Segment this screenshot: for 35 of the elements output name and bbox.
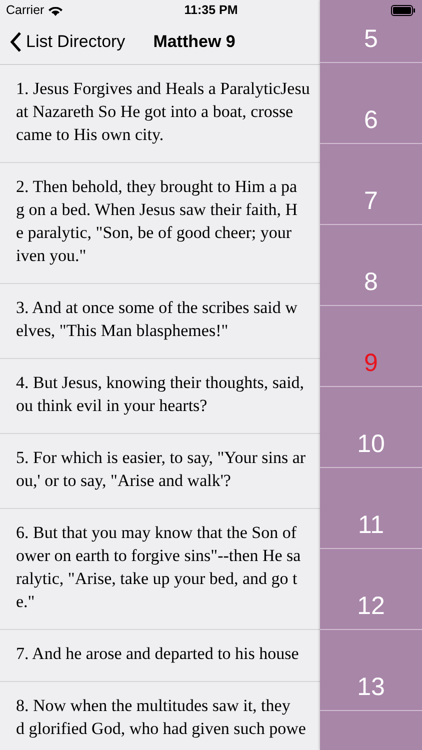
verse-text-line: ou think evil in your hearts? [16,395,208,417]
wifi-icon [48,4,64,16]
verse-text-line: 5. For which is easier, to say, "Your sins ar [16,447,306,469]
verse-text-line: ou,' or to say, "Arise and walk'? [16,470,231,492]
chevron-left-icon [10,32,22,52]
verse-text-line: 3. And at once some of the scribes said w [16,297,298,319]
verse-text-line: iven you." [16,245,86,267]
verse-text-line: elves, "This Man blasphemes!" [16,320,228,342]
verse-text-line: 1. Jesus Forgives and Heals a ParalyticJesu [16,78,310,100]
back-button[interactable]: List Directory [0,32,126,52]
chapter-index-item[interactable]: 11 [358,511,384,540]
verse-text-line: 4. But Jesus, knowing their thoughts, said, [16,372,304,394]
chapter-index-item[interactable]: 8 [364,268,378,297]
verse-text-line: g on a bed. When Jesus saw their faith, H [16,199,298,221]
page-title: Matthew 9 [153,32,236,52]
verse-text-line: e paralytic, "Son, be of good cheer; your [16,222,292,244]
verse-text-line: 7. And he arose and departed to his house [16,643,299,665]
verse-text-line: 8. Now when the multitudes saw it, they [16,695,290,717]
carrier-label: Carrier [6,3,44,17]
chapter-index-item[interactable]: 6 [364,106,378,135]
battery-icon [391,4,416,16]
status-time: 11:35 PM [184,3,238,17]
chapter-index-item[interactable]: 12 [357,592,385,621]
verse-text-line: e." [16,591,35,613]
chapter-index-item[interactable]: 13 [357,673,385,702]
chapter-index-item[interactable]: 5 [364,25,378,54]
verse-text-line: 2. Then behold, they brought to Him a pa [16,176,298,198]
verse-text-line: came to His own city. [16,124,164,146]
verse-text-line: ralytic, "Arise, take up your bed, and go t [16,568,298,590]
verse-text-line: d glorified God, who had given such powe [16,718,306,740]
verse-text-line: 6. But that you may know that the Son of [16,522,296,544]
chapter-index-item[interactable]: 10 [357,430,385,459]
verse-text-line: at Nazareth So He got into a boat, crosse [16,101,294,123]
verse-text-line: ower on earth to forgive sins"--then He sa [16,545,301,567]
chapter-index-item[interactable]: 7 [364,187,378,216]
